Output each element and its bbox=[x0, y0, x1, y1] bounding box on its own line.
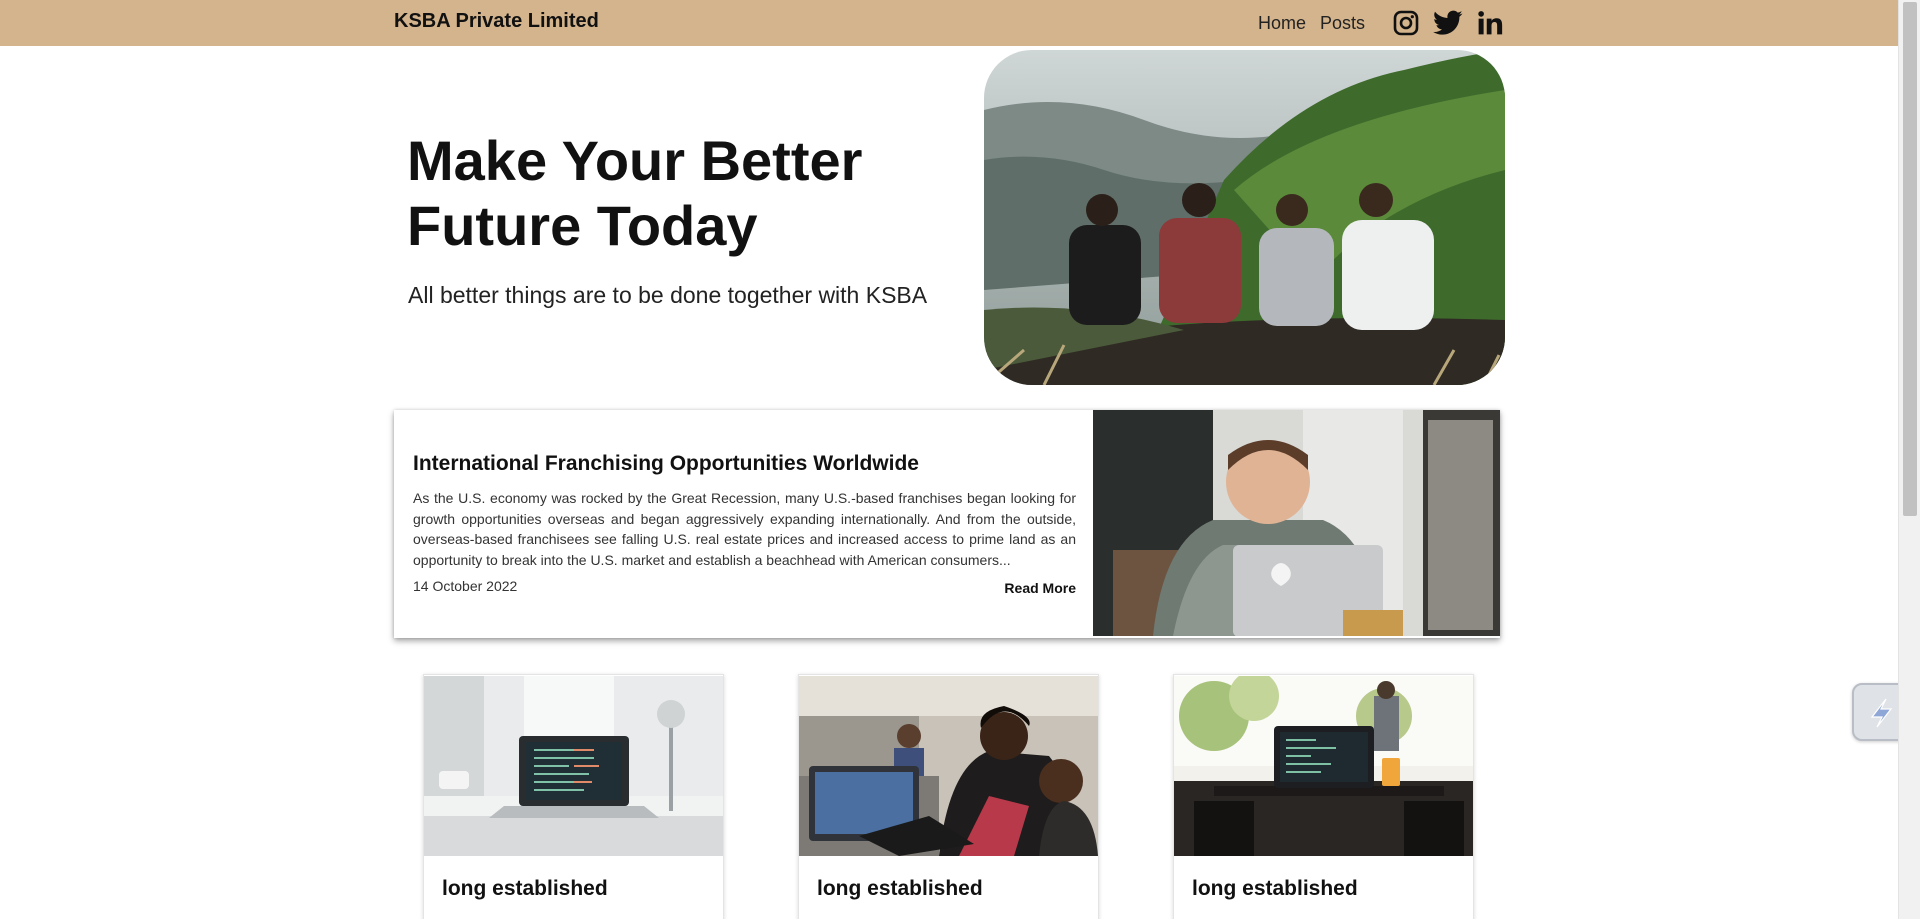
hero-title: Make Your Better Future Today bbox=[407, 129, 863, 257]
brand-name[interactable]: KSBA Private Limited bbox=[394, 10, 599, 33]
hero-image bbox=[984, 50, 1505, 385]
read-more-link[interactable]: Read More bbox=[1004, 580, 1076, 596]
nav-links: Home Posts bbox=[1258, 8, 1505, 38]
linkedin-icon[interactable] bbox=[1475, 8, 1505, 38]
featured-post-title[interactable]: International Franchising Opportunities … bbox=[413, 452, 919, 476]
featured-post-image bbox=[1093, 410, 1500, 636]
post-card-title[interactable]: long established bbox=[817, 877, 983, 901]
post-card[interactable]: long established bbox=[1173, 674, 1474, 919]
nav-link-home[interactable]: Home bbox=[1258, 13, 1306, 34]
featured-post-date: 14 October 2022 bbox=[413, 578, 518, 594]
post-card-title[interactable]: long established bbox=[442, 877, 608, 901]
post-card[interactable]: long established bbox=[423, 674, 724, 919]
featured-post-excerpt: As the U.S. economy was rocked by the Gr… bbox=[413, 490, 1076, 568]
lightning-icon bbox=[1864, 695, 1898, 729]
featured-post-card[interactable]: International Franchising Opportunities … bbox=[394, 410, 1500, 638]
instagram-icon[interactable] bbox=[1391, 8, 1421, 38]
twitter-icon[interactable] bbox=[1433, 8, 1463, 38]
scrollbar-thumb[interactable] bbox=[1903, 2, 1917, 516]
post-card-image bbox=[424, 676, 723, 856]
hero-subtitle: All better things are to be done togethe… bbox=[408, 282, 928, 308]
nav-link-posts[interactable]: Posts bbox=[1320, 13, 1365, 34]
top-navbar: KSBA Private Limited Home Posts bbox=[0, 0, 1898, 46]
page-scrollbar[interactable] bbox=[1898, 0, 1920, 919]
post-card[interactable]: long established bbox=[798, 674, 1099, 919]
post-card-title[interactable]: long established bbox=[1192, 877, 1358, 901]
post-card-image bbox=[1174, 676, 1473, 856]
post-card-image bbox=[799, 676, 1098, 856]
